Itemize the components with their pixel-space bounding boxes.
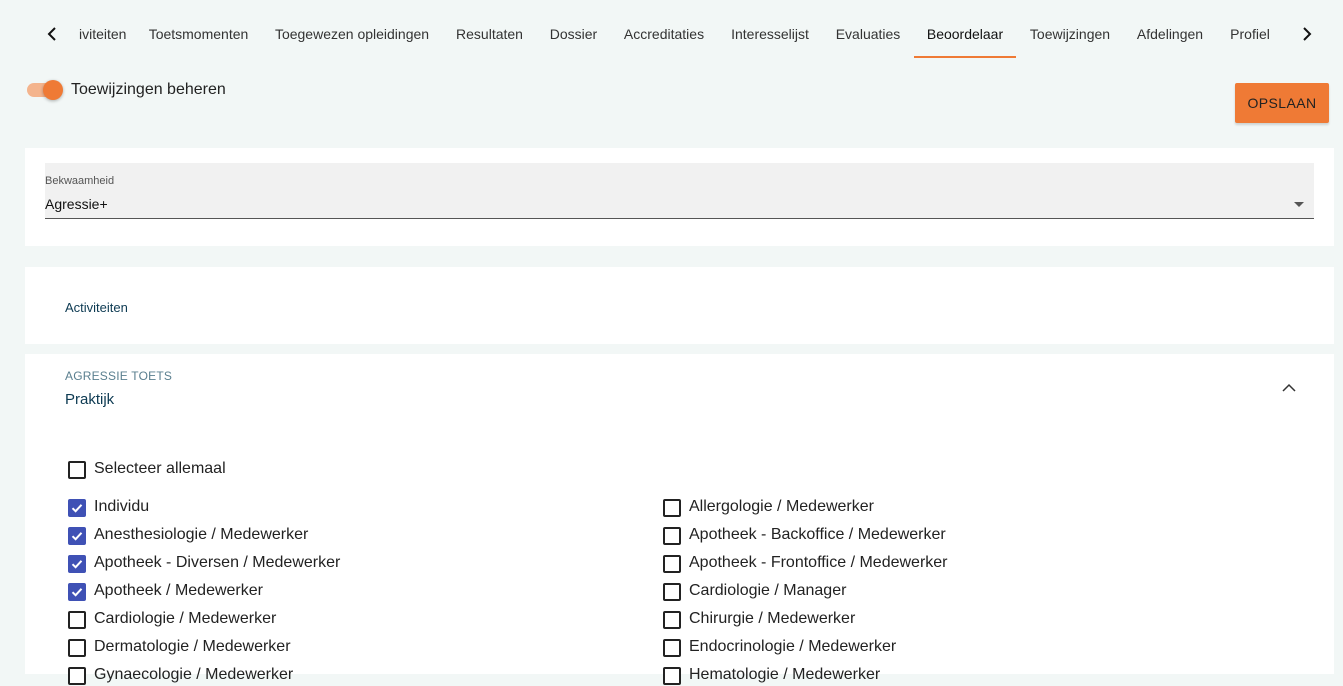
panel-overline: AGRESSIE TOETS xyxy=(65,369,173,383)
tab-label: Evaluaties xyxy=(835,26,901,42)
active-tab-indicator xyxy=(914,56,1016,58)
tab-resultaten[interactable]: Resultaten xyxy=(455,0,524,58)
checkbox-unchecked xyxy=(68,611,86,629)
checkbox-checked xyxy=(68,555,86,573)
checkbox-checked xyxy=(68,583,86,601)
checkbox-gynaecologie-medewerker[interactable]: Gynaecologie / Medewerker xyxy=(68,664,488,686)
toggle-label: Toewijzingen beheren xyxy=(71,81,226,98)
chevron-right-icon[interactable] xyxy=(1294,20,1318,48)
checkbox-cardiologie-medewerker[interactable]: Cardiologie / Medewerker xyxy=(68,608,488,630)
checkbox-checked xyxy=(68,527,86,545)
chevron-up-icon[interactable] xyxy=(1279,378,1299,398)
tab-profiel[interactable]: Profiel xyxy=(1229,0,1271,58)
checkbox-label: Chirurgie / Medewerker xyxy=(689,610,856,627)
tab-toetsmomenten[interactable]: Toetsmomenten xyxy=(148,0,249,58)
checkbox-label: Individu xyxy=(94,498,150,515)
checkbox-chirurgie-medewerker[interactable]: Chirurgie / Medewerker xyxy=(663,608,1083,630)
tab-label: Accreditaties xyxy=(623,26,705,42)
checkbox-unchecked xyxy=(663,639,681,657)
tab-interesselijst[interactable]: Interesselijst xyxy=(730,0,810,58)
checkbox-unchecked xyxy=(663,611,681,629)
checkbox-label: Apotheek / Medewerker xyxy=(94,582,263,599)
tab-label: Beoordelaar xyxy=(926,26,1004,42)
checkbox-unchecked xyxy=(663,499,681,517)
checkbox-label: Gynaecologie / Medewerker xyxy=(94,666,294,683)
tab-label: iviteiten xyxy=(79,26,127,42)
checkbox-dermatologie-medewerker[interactable]: Dermatologie / Medewerker xyxy=(68,636,488,658)
checkbox-cardiologie-manager[interactable]: Cardiologie / Manager xyxy=(663,580,1083,602)
tab-label: Profiel xyxy=(1230,26,1270,42)
tab-label: Interesselijst xyxy=(731,26,809,42)
checkbox-allergologie-medewerker[interactable]: Allergologie / Medewerker xyxy=(663,496,1083,518)
select-all-checkbox[interactable]: Selecteer allemaal xyxy=(68,458,268,480)
checkbox-label: Anesthesiologie / Medewerker xyxy=(94,526,309,543)
tab-label: Toetsmomenten xyxy=(148,26,249,42)
chevron-left-icon[interactable] xyxy=(41,20,65,48)
tab-toewijzingen[interactable]: Toewijzingen xyxy=(1029,0,1111,58)
checkbox-individu[interactable]: Individu xyxy=(68,496,488,518)
tab-accreditaties[interactable]: Accreditaties xyxy=(623,0,705,58)
checkbox-apotheek-backoffice-medewerker[interactable]: Apotheek - Backoffice / Medewerker xyxy=(663,524,1083,546)
checkbox-anesthesiologie-medewerker[interactable]: Anesthesiologie / Medewerker xyxy=(68,524,488,546)
checkbox-label: Cardiologie / Medewerker xyxy=(94,610,277,627)
practice-panel: AGRESSIE TOETS Praktijk Selecteer allema… xyxy=(25,354,1334,685)
activities-card: Activiteiten xyxy=(25,267,1334,344)
tab-toegewezen-opleidingen[interactable]: Toegewezen opleidingen xyxy=(274,0,430,58)
tab-afdelingen[interactable]: Afdelingen xyxy=(1136,0,1204,58)
checkbox-label: Apotheek - Frontoffice / Medewerker xyxy=(689,554,948,571)
checkbox-unchecked xyxy=(663,583,681,601)
select-value: Agressie+ xyxy=(45,196,108,212)
competence-card: Bekwaamheid Agressie+ xyxy=(25,148,1334,246)
toggle-thumb xyxy=(43,80,63,100)
checkbox-label: Dermatologie / Medewerker xyxy=(94,638,291,655)
tab-label: Toegewezen opleidingen xyxy=(274,26,430,42)
tab-dossier[interactable]: Dossier xyxy=(549,0,598,58)
tab-label: Afdelingen xyxy=(1136,26,1204,42)
caret-down-icon xyxy=(1294,202,1304,207)
competence-select[interactable]: Bekwaamheid Agressie+ xyxy=(45,163,1314,219)
checkbox-label: Apotheek - Diversen / Medewerker xyxy=(94,554,341,571)
checkbox-unchecked xyxy=(663,555,681,573)
checkbox-hematologie-medewerker[interactable]: Hematologie / Medewerker xyxy=(663,664,1083,686)
activities-title: Activiteiten xyxy=(65,300,128,315)
panel-title: Praktijk xyxy=(65,391,115,408)
tabs-viewport: iviteiten Toetsmomenten Toegewezen oplei… xyxy=(66,0,1282,58)
tab-label: Dossier xyxy=(549,26,598,42)
tab-beoordelaar[interactable]: Beoordelaar xyxy=(914,0,1016,58)
checkbox-unchecked xyxy=(663,527,681,545)
tab-label: Toewijzingen xyxy=(1029,26,1111,42)
checkbox-label: Allergologie / Medewerker xyxy=(689,498,874,515)
select-label: Bekwaamheid xyxy=(45,175,115,187)
save-button[interactable]: OPSLAAN xyxy=(1235,83,1329,123)
tab-activiteiten[interactable]: iviteiten xyxy=(79,0,127,58)
checkbox-label: Hematologie / Medewerker xyxy=(689,666,881,683)
checkbox-box xyxy=(68,461,86,479)
tab-bar: iviteiten Toetsmomenten Toegewezen oplei… xyxy=(0,0,1343,58)
checkbox-apotheek-frontoffice-medewerker[interactable]: Apotheek - Frontoffice / Medewerker xyxy=(663,552,1083,574)
tab-evaluaties[interactable]: Evaluaties xyxy=(835,0,901,58)
checkbox-label: Apotheek - Backoffice / Medewerker xyxy=(689,526,946,543)
checkbox-label: Endocrinologie / Medewerker xyxy=(689,638,897,655)
checkbox-unchecked xyxy=(68,639,86,657)
tab-label: Resultaten xyxy=(456,26,523,42)
checkbox-checked xyxy=(68,499,86,517)
checkbox-label: Cardiologie / Manager xyxy=(689,582,847,599)
checkbox-endocrinologie-medewerker[interactable]: Endocrinologie / Medewerker xyxy=(663,636,1083,658)
checkbox-label: Selecteer allemaal xyxy=(94,460,226,477)
checkbox-apotheek-diversen-medewerker[interactable]: Apotheek - Diversen / Medewerker xyxy=(68,552,488,574)
manage-assignments-toggle[interactable] xyxy=(27,80,63,100)
checkbox-apotheek-medewerker[interactable]: Apotheek / Medewerker xyxy=(68,580,488,602)
